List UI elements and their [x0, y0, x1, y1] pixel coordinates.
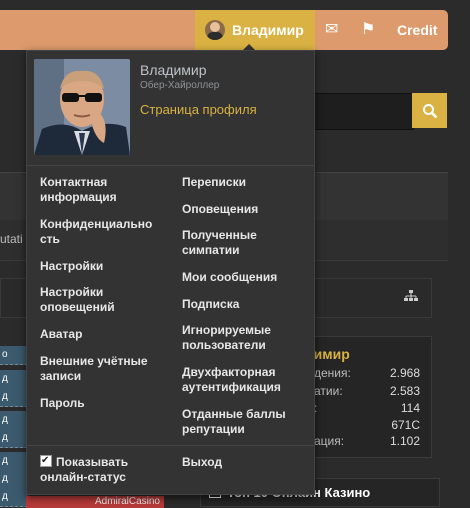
background-tab-text: utati [0, 232, 23, 246]
menu-divider [27, 165, 314, 166]
menu-item-avatar[interactable]: Аватар [40, 327, 175, 342]
search-button[interactable] [412, 93, 447, 128]
menu-item-notification-settings[interactable]: Настройки оповещений [40, 285, 175, 315]
nav-username: Владимир [232, 22, 304, 38]
menu-item-external-accounts[interactable]: Внешние учётные записи [40, 354, 175, 384]
menu-item-contact-info[interactable]: Контактная информация [40, 175, 175, 205]
sitemap-icon[interactable] [400, 286, 422, 308]
credit-link[interactable]: Credit [397, 22, 437, 38]
logout-link[interactable]: Выход [182, 455, 317, 470]
online-status-label: Показывать онлайн-статус [40, 455, 129, 484]
background-row: д [0, 388, 28, 407]
stat-label: ация: [314, 434, 345, 448]
background-row: о [0, 346, 28, 365]
online-status-toggle[interactable]: Показывать онлайн-статус [40, 453, 160, 485]
nav-avatar [205, 20, 225, 40]
profile-avatar[interactable] [34, 59, 130, 155]
account-dropdown-menu: Владимир Обер-Хайроллер Страница профиля… [26, 50, 315, 495]
avatar-image [34, 59, 130, 155]
background-row: д [0, 429, 28, 448]
menu-item-reputation-given[interactable]: Отданные баллы репутации [182, 407, 317, 437]
menu-item-privacy[interactable]: Конфиденциально сть [40, 217, 175, 247]
background-row: д [0, 370, 28, 389]
stat-value: 1.102 [389, 434, 420, 448]
background-row: д [0, 488, 28, 507]
top-navigation-bar: Владимир ✉ ⚑ Credit [0, 10, 448, 50]
menu-item-password[interactable]: Пароль [40, 396, 175, 411]
search-icon [422, 103, 437, 118]
stat-value: 114 [400, 401, 420, 415]
online-status-checkbox[interactable] [40, 453, 52, 468]
menu-item-settings[interactable]: Настройки [40, 259, 175, 274]
background-row: д [0, 411, 28, 430]
profile-name: Владимир [140, 62, 207, 78]
stat-value: 671C [391, 418, 420, 432]
admiral-casino-label[interactable]: AdmiralCasino [26, 496, 164, 508]
menu-item-conversations[interactable]: Переписки [182, 175, 317, 190]
menu-divider [27, 445, 314, 446]
menu-item-my-posts[interactable]: Мои сообщения [182, 270, 317, 285]
menu-item-watched[interactable]: Подписка [182, 297, 317, 312]
menu-item-alerts[interactable]: Оповещения [182, 202, 317, 217]
stat-value: 2.583 [389, 384, 420, 398]
profile-page-link[interactable]: Страница профиля [140, 102, 257, 117]
background-row: д [0, 470, 28, 489]
menu-item-reactions-received[interactable]: Полученные симпатии [182, 228, 317, 258]
menu-item-two-factor[interactable]: Двухфакторная аутентификация [182, 365, 317, 395]
menu-item-ignored-users[interactable]: Игнорируемые пользователи [182, 323, 317, 353]
search-input[interactable] [314, 93, 414, 130]
stat-label: дения: [314, 366, 351, 380]
profile-user-title: Обер-Хайроллер [140, 80, 220, 91]
stat-value: 2.968 [389, 366, 420, 380]
flag-icon[interactable]: ⚑ [361, 22, 375, 38]
envelope-icon[interactable]: ✉ [325, 22, 338, 38]
stat-label: атии: [314, 384, 343, 398]
background-row: д [0, 452, 28, 471]
